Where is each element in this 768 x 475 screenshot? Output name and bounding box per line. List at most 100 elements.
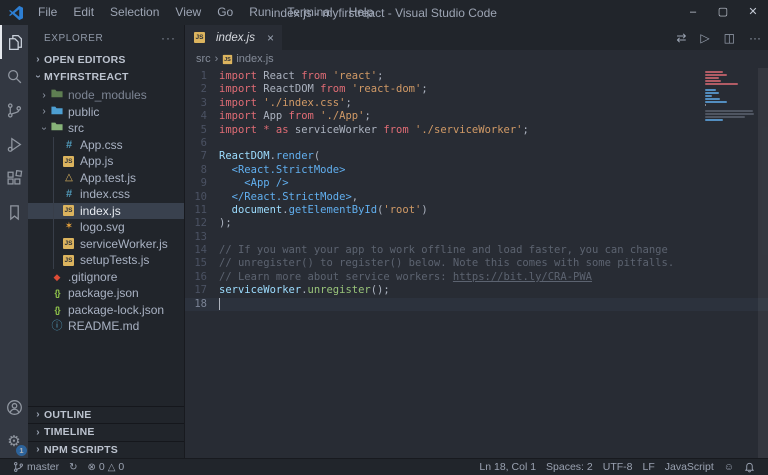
breadcrumb-item[interactable]: src [196,53,211,65]
tab-index-js[interactable]: JS index.js × [185,25,282,50]
css-file-icon: # [65,188,73,201]
bookmarks-icon[interactable] [0,195,28,229]
tree-item-label: serviceWorker.js [80,236,168,251]
git-file-icon: ◆ [53,271,61,282]
tree-item-label: package.json [68,286,139,301]
open-editors-section[interactable]: › OPEN EDITORS [28,51,184,68]
notifications-bell-icon[interactable] [739,462,760,473]
activity-bar: ⚙ 1 [0,25,28,458]
warnings-icon: △ [107,461,116,473]
source-control-icon[interactable] [0,93,28,127]
tree-item-index-js[interactable]: ›JSindex.js [28,202,184,219]
tree-item-src[interactable]: › src [28,120,184,137]
tree-item-package-json[interactable]: ›{}package.json [28,285,184,302]
menu-go[interactable]: Go [209,0,241,25]
menu-selection[interactable]: Selection [102,0,167,25]
minimap-line [705,74,728,76]
tree-item-public[interactable]: › public [28,104,184,121]
close-button[interactable]: ✕ [738,0,768,25]
compare-changes-icon[interactable]: ⇄ [669,31,693,45]
chevron-down-icon: › [38,126,50,130]
minimap-line [705,95,713,97]
minimap-line [705,104,707,106]
tree-item-setuptests-js[interactable]: ›JSsetupTests.js [28,252,184,269]
line-number: 11 [194,203,207,216]
run-file-icon[interactable]: ▷ [693,31,716,45]
tree-item-serviceworker-js[interactable]: ›JSserviceWorker.js [28,236,184,253]
code-editor[interactable]: 1 import React from 'react'; 2 import React… [185,68,768,458]
breadcrumb-item[interactable]: index.js [236,53,273,65]
editor-group: JS index.js × ⇄ ▷ ◫ ··· src › JS index.js 1 imp… [185,25,768,458]
code-line-text: </React.StrictMode>, [231,190,359,203]
tree-item-readme-md[interactable]: ›ⓘREADME.md [28,318,184,335]
tree-item-index-css[interactable]: ›#index.css [28,186,184,203]
git-branch-indicator[interactable]: master [8,461,64,473]
code-line-text: // If you want your app to work offline … [219,244,668,257]
run-debug-icon[interactable] [0,127,28,161]
panel-outline[interactable]: › OUTLINE [28,405,184,424]
vscode-logo-icon [9,5,23,20]
code-line: 4 import App from './App'; [185,110,768,123]
project-root-section[interactable]: › MYFIRSTREACT [28,68,184,85]
tree-item-label: public [68,104,100,119]
sync-icon: ↻ [69,461,78,473]
settings-gear-icon[interactable]: ⚙ 1 [0,424,28,458]
status-indentation[interactable]: Spaces: 2 [541,461,598,473]
line-number: 16 [194,270,207,283]
js-file-icon: JS [194,32,205,43]
split-editor-icon[interactable]: ◫ [717,31,742,45]
test-file-icon: △ [65,171,73,183]
maximize-button[interactable]: ▢ [708,0,738,25]
code-line-text [219,297,220,311]
panel-timeline[interactable]: › TIMELINE [28,423,184,441]
line-number: 12 [194,217,207,230]
tree-item-app-css[interactable]: ›#App.css [28,137,184,154]
tree-item-app-test-js[interactable]: ›△App.test.js [28,170,184,187]
more-actions-icon[interactable]: ··· [742,31,768,45]
breadcrumb-separator: › [214,53,219,65]
tree-item-app-js[interactable]: ›JSApp.js [28,153,184,170]
minimap-line [705,113,754,115]
status-eol[interactable]: LF [637,461,659,473]
tree-indent-guide [53,136,54,269]
minimize-button[interactable]: – [678,0,708,25]
code-line: 7 ReactDOM.render( [185,150,768,163]
status-encoding[interactable]: UTF-8 [598,461,638,473]
chevron-right-icon: › [42,89,46,101]
status-language-mode[interactable]: JavaScript [660,461,719,473]
tree-item-package-lock-json[interactable]: ›{}package-lock.json [28,302,184,319]
tab-close-icon[interactable]: × [267,31,274,45]
panel-label: TIMELINE [44,426,95,439]
accounts-icon[interactable] [0,390,28,424]
editor-scrollbar[interactable] [758,68,768,458]
breadcrumb[interactable]: src › JS index.js [185,50,768,68]
menu-file[interactable]: File [30,0,65,25]
line-number: 7 [200,150,207,163]
tree-item-label: package-lock.json [68,302,165,317]
errors-icon: ⊗ [87,461,96,473]
sync-indicator[interactable]: ↻ [64,462,82,473]
explorer-more-actions-icon[interactable]: ··· [161,31,176,45]
line-number: 8 [200,163,207,176]
panel-npm-scripts[interactable]: › NPM SCRIPTS [28,440,184,459]
feedback-icon[interactable]: ☺ [719,462,739,473]
status-cursor-position[interactable]: Ln 18, Col 1 [474,461,541,473]
panel-label: OUTLINE [44,408,92,421]
tree-item-label: index.js [80,203,121,218]
explorer-sidebar: EXPLORER ··· › OPEN EDITORS › MYFIRSTREA… [28,25,185,458]
menu-view[interactable]: View [167,0,209,25]
extensions-icon[interactable] [0,161,28,195]
minimap[interactable] [705,71,757,125]
tree-item--gitignore[interactable]: ›◆.gitignore [28,269,184,286]
menu-edit[interactable]: Edit [65,0,102,25]
line-number: 5 [200,123,207,136]
npm-file-icon: {} [54,304,60,315]
js-file-icon: JS [223,54,233,64]
tree-item-logo-svg[interactable]: ›✶logo.svg [28,219,184,236]
chevron-right-icon: › [36,444,40,456]
line-number: 18 [194,297,207,310]
search-icon[interactable] [0,59,28,93]
tree-item-node-modules[interactable]: › node_modules [28,87,184,104]
problems-indicator[interactable]: ⊗ 0 △ 0 [82,461,129,473]
explorer-icon[interactable] [0,25,28,59]
